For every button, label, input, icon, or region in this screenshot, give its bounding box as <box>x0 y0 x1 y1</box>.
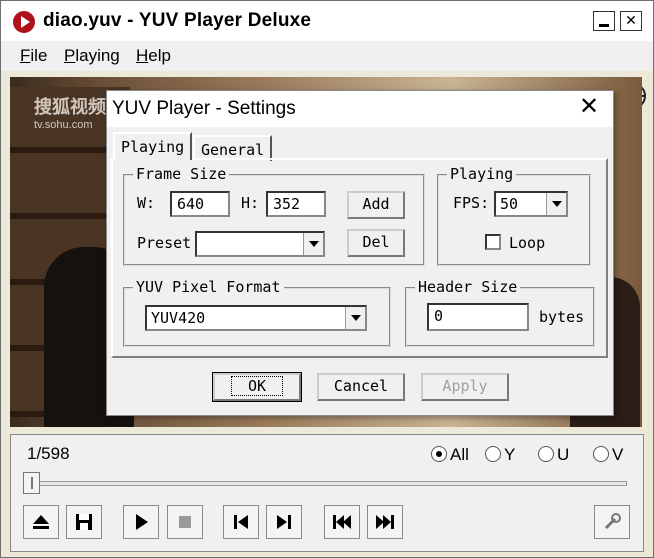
playing-group: Playing FPS: 50 Loop <box>437 165 591 266</box>
loop-label: Loop <box>509 234 546 252</box>
radio-dot <box>538 446 554 462</box>
height-label: H: <box>241 194 260 212</box>
radio-dot <box>485 446 501 462</box>
chevron-down-icon[interactable] <box>303 233 323 255</box>
ok-label: OK <box>230 376 284 396</box>
last-frame-icon <box>376 515 394 529</box>
seek-slider-thumb[interactable] <box>23 472 40 494</box>
close-button[interactable]: ✕ <box>620 11 642 31</box>
header-size-group: Header Size 0 bytes <box>405 278 595 347</box>
first-frame-icon <box>333 515 351 529</box>
frame-counter: 1/598 <box>27 444 70 463</box>
video-watermark: 搜狐视频 <box>34 97 106 117</box>
tab-playing[interactable]: Playing <box>113 132 193 160</box>
next-frame-icon <box>277 515 291 529</box>
menu-help[interactable]: Help <box>136 46 171 66</box>
tab-panel: Frame Size W: 640 H: 352 Add Preset Del … <box>111 158 608 358</box>
previous-frame-button[interactable] <box>223 505 259 539</box>
radio-u[interactable]: U <box>538 445 569 465</box>
chevron-down-icon[interactable] <box>345 307 365 329</box>
ok-button[interactable]: OK <box>212 372 302 402</box>
menu-file[interactable]: File <box>20 46 47 66</box>
first-frame-button[interactable] <box>324 505 360 539</box>
height-input[interactable]: 352 <box>266 191 326 217</box>
video-watermark-url: tv.sohu.com <box>34 119 93 131</box>
radio-label: U <box>557 445 570 464</box>
playing-label: Playing <box>447 165 517 183</box>
del-button[interactable]: Del <box>347 229 405 257</box>
frame-size-group: Frame Size W: 640 H: 352 Add Preset Del <box>123 165 425 266</box>
add-button[interactable]: Add <box>347 191 405 219</box>
previous-frame-icon <box>234 515 248 529</box>
radio-label: All <box>450 445 469 464</box>
minimize-button[interactable] <box>593 11 615 31</box>
settings-dialog: YUV Player - Settings ✕ Playing General … <box>106 90 614 416</box>
radio-label: V <box>612 445 624 464</box>
eject-icon <box>33 515 49 529</box>
bytes-label: bytes <box>539 308 585 326</box>
loop-checkbox[interactable] <box>485 234 501 250</box>
play-button[interactable] <box>123 505 159 539</box>
minimize-icon <box>599 24 609 27</box>
fps-value: 50 <box>500 195 519 213</box>
next-frame-button[interactable] <box>266 505 302 539</box>
radio-y[interactable]: Y <box>485 445 515 465</box>
frame-size-label: Frame Size <box>133 165 230 183</box>
radio-dot <box>431 446 447 462</box>
save-icon <box>76 514 92 530</box>
control-panel: 1/598 All Y U V <box>10 434 644 552</box>
stop-button[interactable] <box>167 505 203 539</box>
pixel-format-value: YUV420 <box>151 309 206 327</box>
last-frame-button[interactable] <box>367 505 403 539</box>
wrench-icon <box>604 513 621 530</box>
stop-icon <box>179 516 191 528</box>
app-play-icon <box>13 11 35 33</box>
width-input[interactable]: 640 <box>170 191 230 217</box>
preset-select[interactable] <box>195 231 325 257</box>
width-label: W: <box>137 194 156 212</box>
dialog-close-button[interactable]: ✕ <box>577 94 601 119</box>
dialog-title: YUV Player - Settings <box>112 98 296 119</box>
fps-label: FPS: <box>453 194 490 212</box>
apply-button[interactable]: Apply <box>421 373 509 401</box>
pixel-format-group: YUV Pixel Format YUV420 <box>123 278 391 347</box>
dialog-body: Playing General Frame Size W: 640 H: 352… <box>107 127 613 415</box>
preset-label: Preset <box>137 234 192 252</box>
fps-select[interactable]: 50 <box>494 191 568 217</box>
save-button[interactable] <box>66 505 102 539</box>
radio-all[interactable]: All <box>431 445 469 465</box>
header-size-label: Header Size <box>415 278 521 296</box>
chevron-down-icon[interactable] <box>546 193 566 215</box>
window-title: diao.yuv - YUV Player Deluxe <box>43 10 312 31</box>
pixel-format-select[interactable]: YUV420 <box>145 305 367 331</box>
seek-slider-track[interactable] <box>25 481 627 486</box>
play-icon <box>136 514 148 530</box>
pixel-format-label: YUV Pixel Format <box>133 278 284 296</box>
menu-playing[interactable]: Playing <box>64 46 120 66</box>
radio-dot <box>593 446 609 462</box>
radio-label: Y <box>504 445 516 464</box>
cancel-button[interactable]: Cancel <box>317 373 405 401</box>
radio-v[interactable]: V <box>593 445 623 465</box>
eject-button[interactable] <box>23 505 59 539</box>
title-bar: diao.yuv - YUV Player Deluxe ✕ <box>1 1 653 41</box>
menu-bar: File Playing Help <box>1 41 653 109</box>
header-size-input[interactable]: 0 <box>427 303 529 331</box>
settings-button[interactable] <box>594 505 630 539</box>
